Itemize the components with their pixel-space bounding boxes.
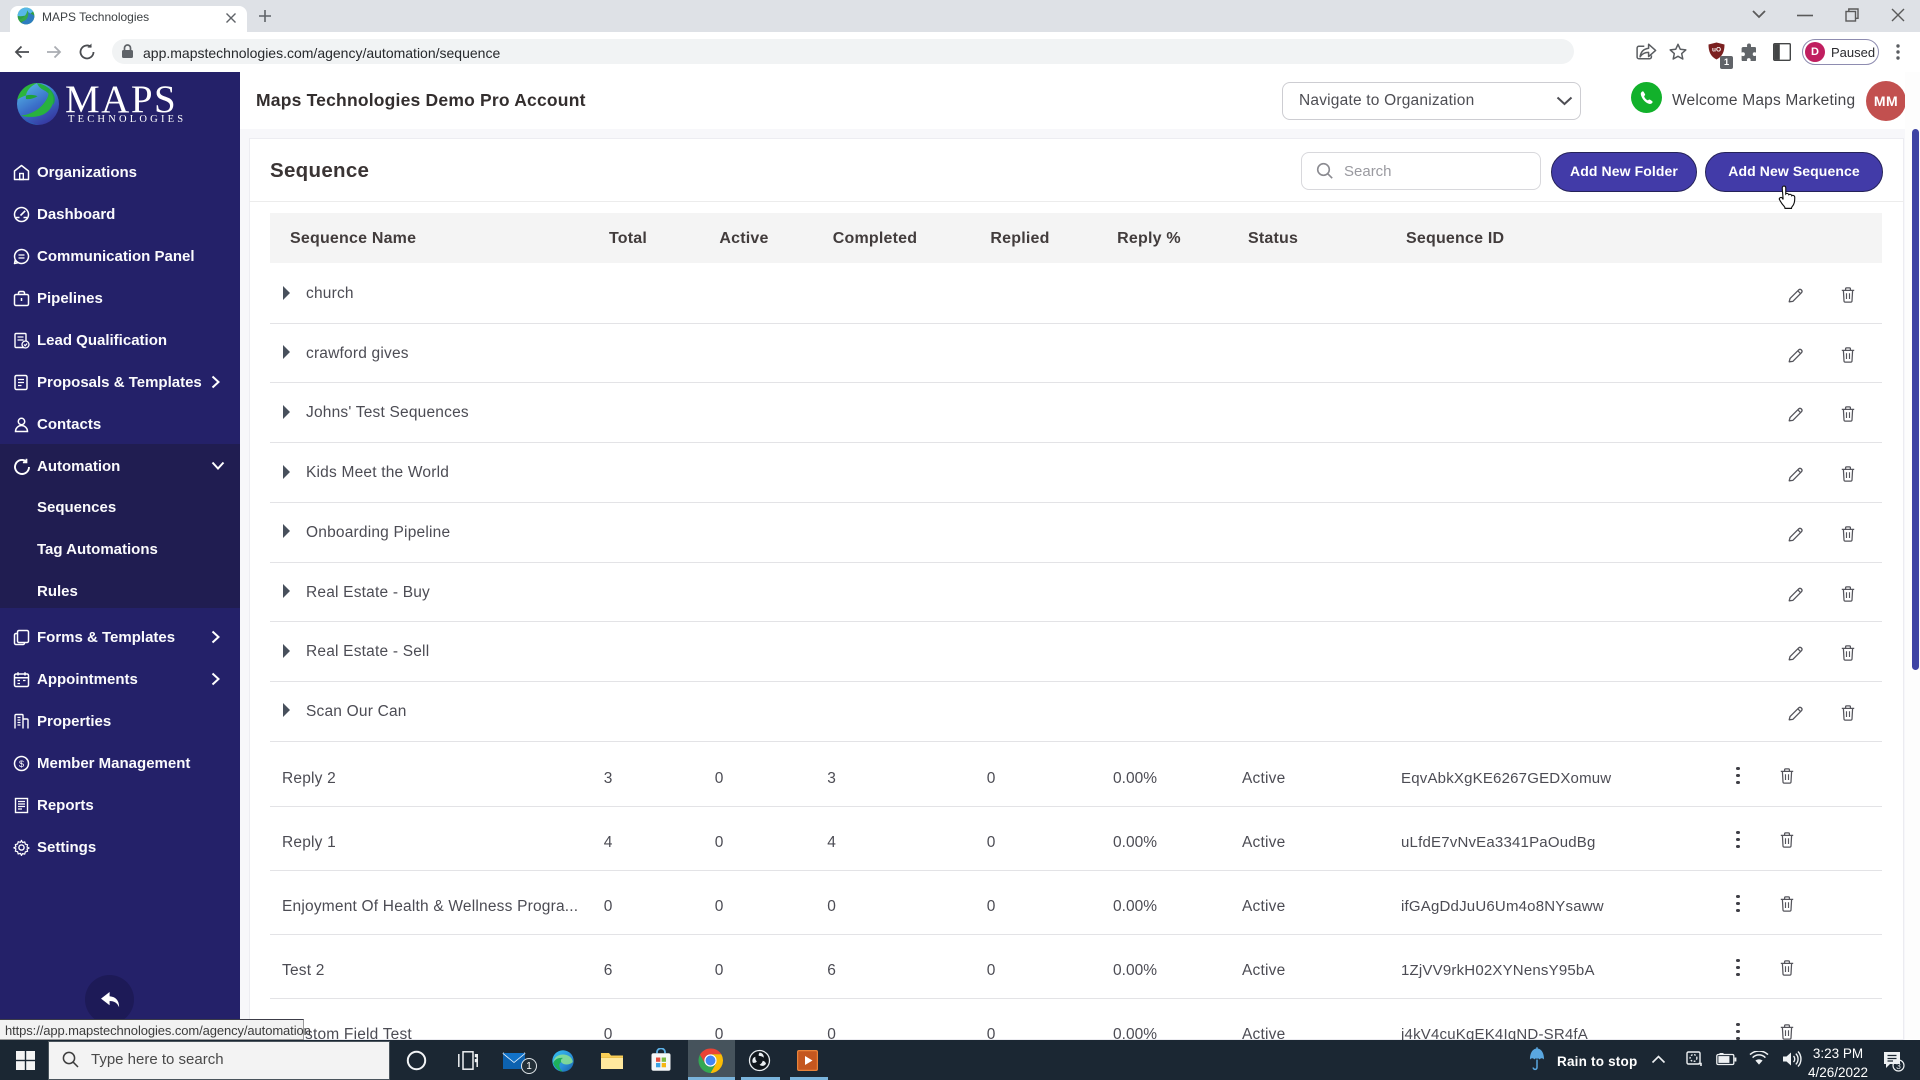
svg-text:$: $ (19, 759, 24, 769)
svg-text:3: 3 (1896, 1061, 1901, 1071)
svg-text:uO: uO (1712, 47, 1721, 54)
